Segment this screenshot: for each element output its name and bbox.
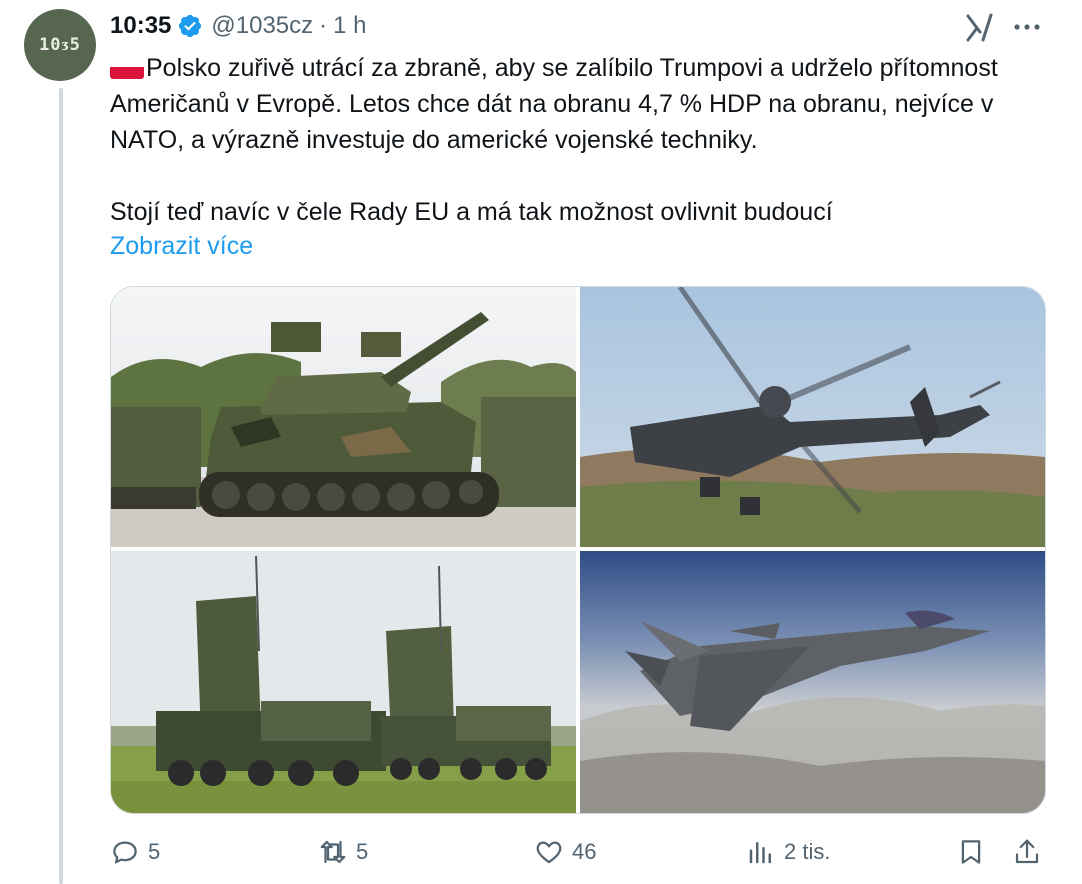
poland-flag-icon — [110, 55, 144, 79]
repost-button[interactable]: 5 — [318, 834, 368, 870]
separator-dot: · — [319, 12, 328, 39]
handle[interactable]: @1035cz — [211, 12, 313, 40]
repost-icon — [320, 840, 346, 864]
thread-line — [59, 88, 63, 884]
more-icon[interactable] — [1012, 16, 1042, 38]
like-button[interactable]: 46 — [534, 834, 596, 870]
tank-photo[interactable] — [111, 287, 576, 547]
avatar-logo: 10ᴣ5 — [39, 35, 81, 55]
verified-badge-icon[interactable] — [177, 13, 203, 39]
post-text: Polsko zuřivě utrácí za zbraně, aby se z… — [110, 54, 998, 226]
media-grid — [110, 286, 1046, 814]
avatar[interactable]: 10ᴣ5 — [24, 9, 96, 81]
helicopter-photo[interactable] — [580, 287, 1045, 547]
like-icon — [536, 841, 562, 864]
display-name[interactable]: 10:35 — [110, 12, 171, 40]
views-icon — [749, 842, 771, 864]
fighter-jet-photo[interactable] — [580, 551, 1045, 813]
share-button[interactable] — [1012, 834, 1042, 870]
bookmark-icon — [961, 840, 981, 864]
repost-count: 5 — [356, 839, 369, 864]
reply-count: 5 — [148, 839, 161, 864]
missile-launcher-photo[interactable] — [111, 551, 576, 813]
post-header: 10:35 @1035cz · 1 h — [110, 8, 367, 44]
grok-icon[interactable] — [964, 12, 996, 44]
timestamp[interactable]: 1 h — [333, 12, 366, 40]
action-bar: 5 5 46 2 tis. — [110, 834, 1044, 870]
show-more-link[interactable]: Zobrazit více — [110, 228, 253, 264]
views-button[interactable]: 2 tis. — [746, 834, 830, 870]
views-count: 2 tis. — [784, 839, 831, 864]
like-count: 46 — [572, 839, 597, 864]
share-icon — [1015, 839, 1039, 864]
bookmark-button[interactable] — [956, 834, 986, 870]
reply-button[interactable]: 5 — [110, 834, 160, 870]
post-text-container: Polsko zuřivě utrácí za zbraně, aby se z… — [110, 50, 1060, 230]
reply-icon — [113, 841, 137, 864]
